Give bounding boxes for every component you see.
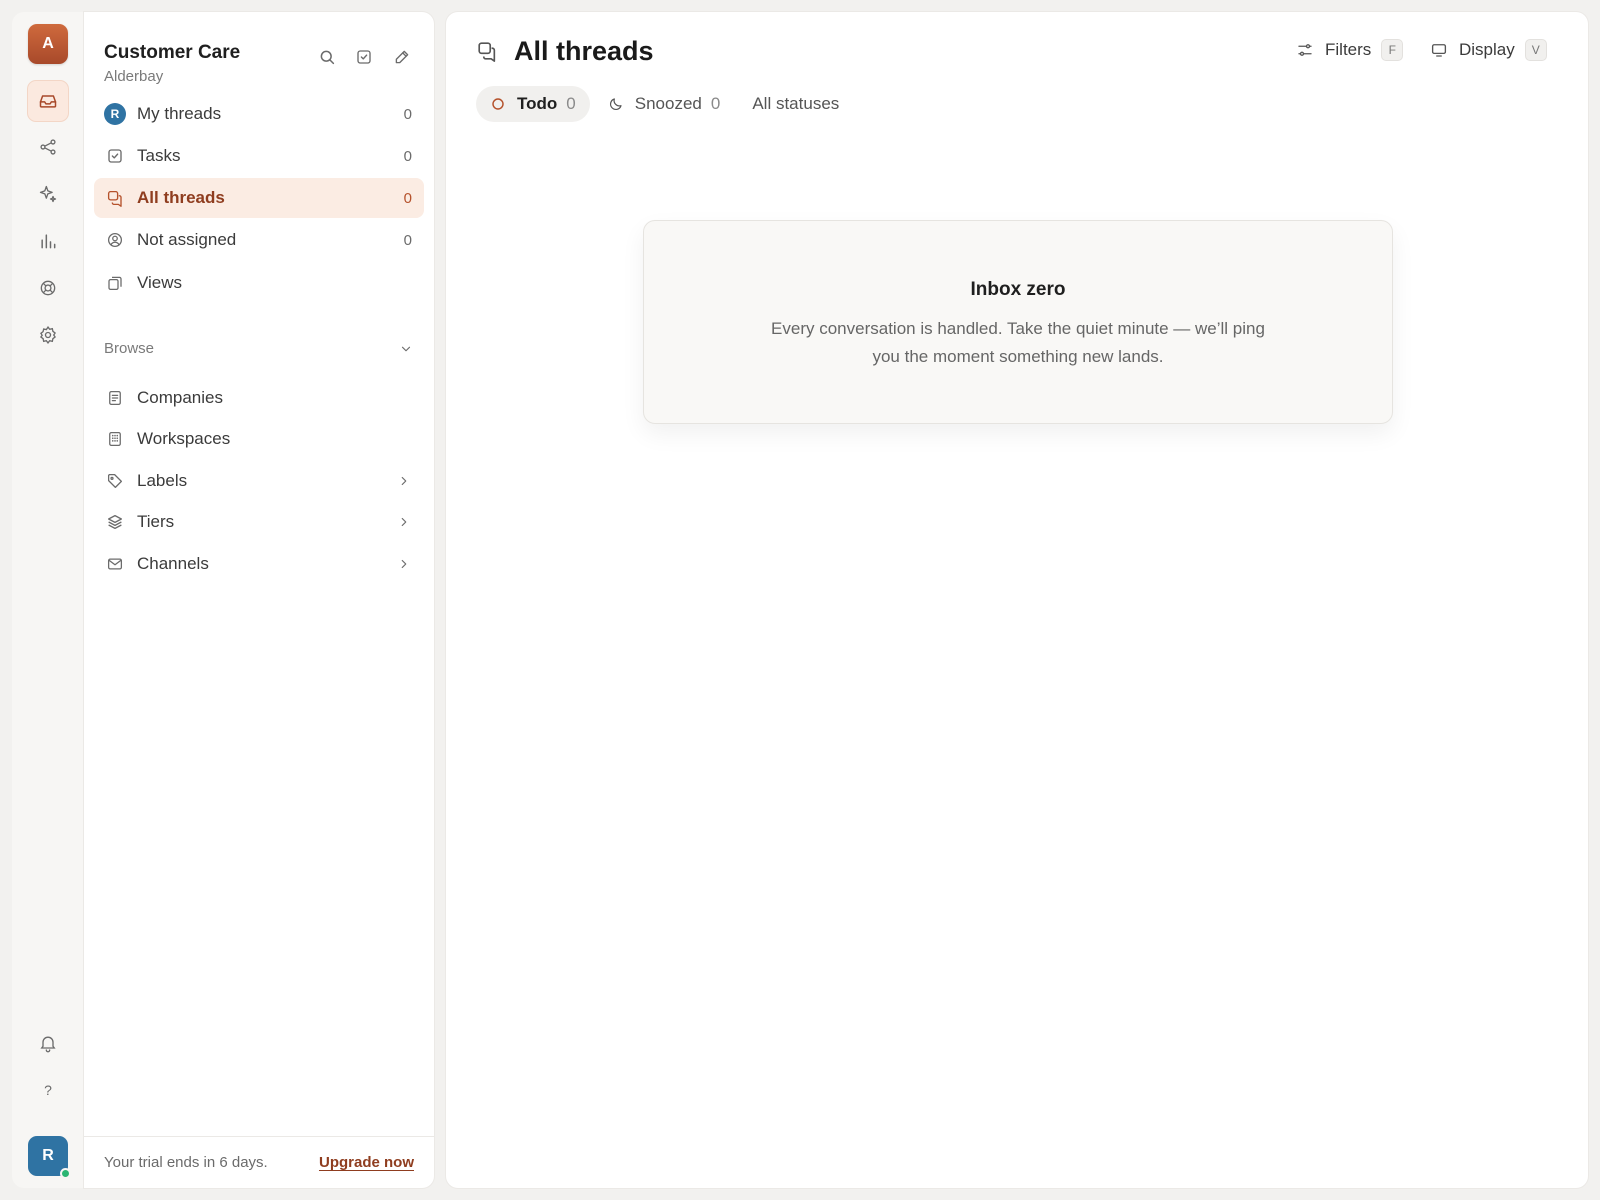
user-avatar-small: R: [104, 103, 126, 125]
filters-button[interactable]: Filters F: [1296, 39, 1404, 61]
browse-label: Channels: [137, 554, 209, 573]
empty-state-card: Inbox zero Every conversation is handled…: [643, 220, 1393, 424]
browse-workspaces[interactable]: Workspaces: [94, 419, 424, 459]
browse-label: Tiers: [137, 512, 175, 531]
chevron-right-icon[interactable]: [396, 473, 412, 489]
nav-label: Views: [137, 273, 183, 292]
sidebar: Customer Care Alderbay R My threads 0 Ta…: [84, 12, 434, 1188]
nav-count: 0: [403, 147, 412, 165]
views-icon: [104, 272, 126, 294]
display-shortcut: V: [1524, 39, 1547, 61]
user-circle-icon: [104, 229, 126, 251]
nav-views[interactable]: Views: [94, 263, 424, 303]
mail-icon: [104, 553, 126, 575]
layers-icon: [104, 511, 126, 533]
sparkles-icon[interactable]: [27, 173, 69, 215]
bar-chart-icon[interactable]: [27, 220, 69, 262]
filters-shortcut: F: [1381, 39, 1404, 61]
status-tabs: Todo 0 Snoozed 0 All statuses: [476, 86, 857, 122]
nav-count: 0: [403, 189, 412, 207]
empty-state-title: Inbox zero: [970, 279, 1066, 300]
browse-companies[interactable]: Companies: [94, 378, 424, 418]
building-icon: [104, 428, 126, 450]
browse-tiers[interactable]: Tiers: [94, 502, 424, 542]
tag-icon: [104, 470, 126, 492]
chevron-down-icon[interactable]: [398, 341, 414, 357]
display-button[interactable]: Display V: [1430, 39, 1547, 61]
page-title: All threads: [514, 36, 654, 66]
nav-label: Not assigned: [137, 230, 237, 249]
gear-icon[interactable]: [27, 314, 69, 356]
mini-avatar: R: [104, 103, 126, 125]
moon-icon: [608, 95, 626, 113]
nav-count: 0: [403, 231, 412, 249]
tab-todo[interactable]: Todo 0: [476, 86, 590, 122]
checkbox-icon[interactable]: [353, 46, 375, 68]
tab-count: 0: [566, 94, 576, 113]
browse-labels[interactable]: Labels: [94, 461, 424, 501]
compose-icon[interactable]: [391, 46, 413, 68]
nav-label: My threads: [137, 104, 222, 123]
main-panel: All threads Filters F Display V Todo 0 S…: [446, 12, 1588, 1188]
tab-count: 0: [710, 94, 721, 113]
app-window: A ? R Customer Care Alderbay R My thread…: [0, 0, 1600, 1200]
threads-icon: [104, 187, 126, 209]
search-icon[interactable]: [316, 46, 338, 68]
help-glyph: ?: [44, 1082, 52, 1098]
circle-status-icon: [490, 95, 508, 113]
nav-tasks[interactable]: Tasks 0: [94, 136, 424, 176]
sliders-icon: [1296, 40, 1316, 60]
inbox-icon[interactable]: [27, 80, 69, 122]
trial-banner: Your trial ends in 6 days. Upgrade now: [84, 1136, 434, 1188]
upgrade-link[interactable]: Upgrade now: [319, 1154, 414, 1171]
icon-rail: A ? R: [12, 12, 84, 1188]
document-icon: [104, 387, 126, 409]
nav-not-assigned[interactable]: Not assigned 0: [94, 220, 424, 260]
trial-text: Your trial ends in 6 days.: [104, 1154, 268, 1171]
filters-label: Filters: [1325, 40, 1372, 59]
online-status-dot: [60, 1168, 71, 1179]
tab-snoozed[interactable]: Snoozed 0: [594, 86, 735, 122]
workspace-subtitle: Alderbay: [104, 68, 164, 85]
nav-my-threads[interactable]: R My threads 0: [94, 94, 424, 134]
tab-label: Todo: [517, 94, 558, 113]
browse-channels[interactable]: Channels: [94, 544, 424, 584]
nav-label: All threads: [137, 188, 225, 207]
tab-label: Snoozed: [634, 94, 702, 113]
chevron-right-icon[interactable]: [396, 556, 412, 572]
share-icon[interactable]: [27, 126, 69, 168]
tab-all-statuses[interactable]: All statuses: [738, 86, 853, 122]
browse-label: Workspaces: [137, 429, 231, 448]
nav-label: Tasks: [137, 146, 181, 165]
chevron-right-icon[interactable]: [396, 514, 412, 530]
tab-label: All statuses: [752, 94, 840, 113]
monitor-icon: [1430, 40, 1450, 60]
workspace-name[interactable]: Customer Care: [104, 42, 240, 64]
display-label: Display: [1459, 40, 1515, 59]
nav-count: 0: [403, 105, 412, 123]
bell-icon[interactable]: [27, 1022, 69, 1064]
browse-section-header[interactable]: Browse: [104, 340, 414, 357]
browse-label: Companies: [137, 388, 223, 407]
lifebuoy-icon[interactable]: [27, 267, 69, 309]
nav-all-threads[interactable]: All threads 0: [94, 178, 424, 218]
browse-title: Browse: [104, 340, 155, 357]
threads-icon: [476, 40, 500, 64]
checkbox-icon: [104, 145, 126, 167]
org-avatar[interactable]: A: [28, 24, 68, 64]
help-icon[interactable]: ?: [27, 1069, 69, 1111]
browse-label: Labels: [137, 471, 188, 490]
empty-state-description: Every conversation is handled. Take the …: [771, 319, 1265, 366]
